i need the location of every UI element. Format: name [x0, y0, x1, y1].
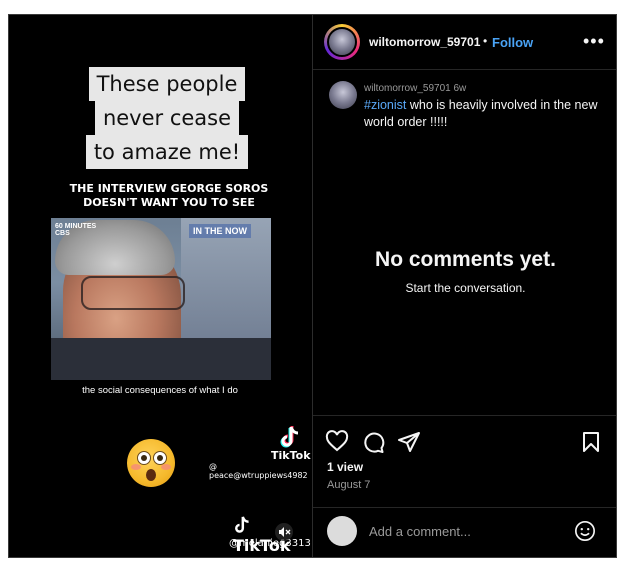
heart-icon[interactable]	[325, 430, 349, 454]
story-ring[interactable]	[324, 24, 360, 60]
avatar	[327, 27, 357, 57]
post-date[interactable]: August 7	[327, 479, 370, 491]
mute-icon[interactable]	[275, 523, 293, 541]
astonished-emoji-icon	[127, 439, 175, 487]
clip-badge: IN THE NOW	[189, 224, 251, 238]
bookmark-icon[interactable]	[579, 430, 603, 454]
clip-subtitles: the social consequences of what I do	[82, 385, 238, 396]
avatar	[327, 516, 357, 546]
more-options-icon[interactable]: •••	[583, 31, 605, 52]
tiktok-note-icon	[280, 426, 299, 448]
caption-line: These people	[88, 67, 246, 101]
comment-composer	[313, 507, 616, 557]
interviewee-suit	[51, 338, 271, 380]
tiktok-label: TikTok	[271, 449, 311, 462]
tiktok-handle: @ peace@wtruppiews4982	[209, 462, 308, 480]
tiktok-note-icon	[235, 516, 249, 533]
headline-line: DOESN'T WANT YOU TO SEE	[83, 196, 255, 209]
post-username[interactable]: wiltomorrow_59701 6w	[364, 83, 466, 94]
post-caption: #zionist who is heavily involved in the …	[364, 97, 609, 131]
video-player[interactable]: These people never cease to amaze me! TH…	[9, 15, 312, 557]
emoji-eye	[137, 451, 151, 465]
video-headline: THE INTERVIEW GEORGE SOROS DOESN'T WANT …	[29, 182, 309, 210]
share-icon[interactable]	[397, 430, 421, 454]
emoji-eye	[153, 451, 167, 465]
headline-line: THE INTERVIEW GEORGE SOROS	[69, 182, 269, 195]
avatar[interactable]	[329, 81, 357, 109]
empty-comments-subtitle: Start the conversation.	[405, 281, 526, 295]
empty-comments-title: No comments yet.	[375, 248, 556, 271]
post-header: wiltomorrow_59701 • Follow •••	[313, 15, 616, 70]
emoji-cheek	[161, 464, 171, 470]
hashtag-link[interactable]: #zionist	[364, 98, 406, 112]
network-logo: 60 MINUTES CBS	[55, 223, 96, 237]
emoji-cheek	[131, 464, 141, 470]
follow-button[interactable]: Follow	[492, 35, 533, 50]
post-modal: These people never cease to amaze me! TH…	[8, 14, 617, 558]
comment-icon[interactable]	[361, 430, 385, 454]
tiktok-handle: @melanieg3313	[229, 538, 311, 549]
comment-input[interactable]	[369, 524, 559, 539]
emoji-mouth	[146, 469, 156, 481]
username[interactable]: wiltomorrow_59701	[369, 35, 480, 49]
glasses	[81, 276, 185, 310]
speaker-muted-icon	[279, 527, 291, 537]
view-count[interactable]: 1 view	[327, 460, 363, 474]
tiktok-watermark-2: TikTok	[233, 515, 312, 555]
network-logo-line: 60 MINUTES	[55, 223, 97, 230]
caption-line: never cease	[94, 101, 240, 135]
emoji-picker-icon[interactable]	[574, 520, 596, 542]
action-bar: 1 view August 7	[313, 415, 616, 506]
separator-dot: •	[483, 34, 488, 48]
caption-line: to amaze me!	[85, 135, 249, 169]
interview-clip: 60 MINUTES CBS IN THE NOW	[51, 218, 271, 380]
video-caption: These people never cease to amaze me!	[82, 67, 252, 169]
network-logo-line: CBS	[55, 230, 70, 237]
post-sidebar: wiltomorrow_59701 • Follow ••• wiltomorr…	[312, 15, 616, 557]
